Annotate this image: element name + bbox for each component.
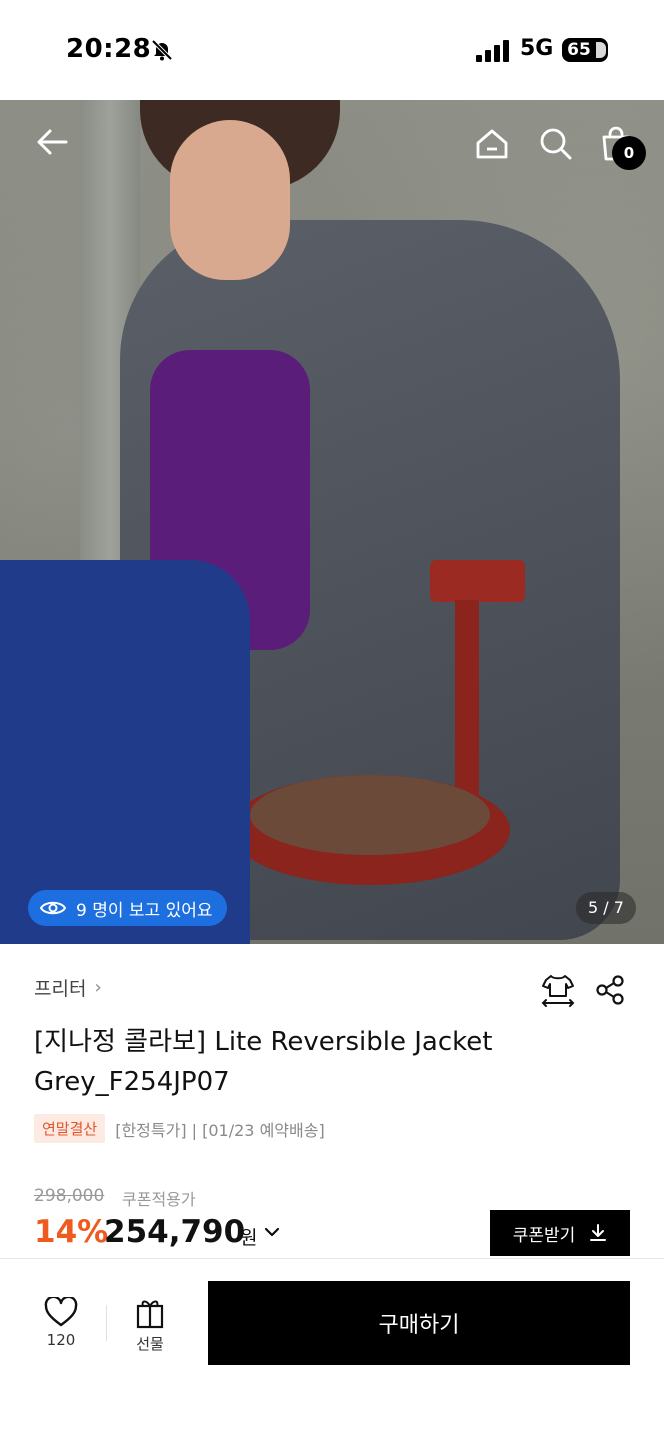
bell-muted-icon — [151, 39, 173, 61]
bottom-action-bar: 120 선물 구매하기 — [0, 1258, 664, 1440]
home-icon — [476, 129, 508, 159]
product-title: [지나정 콜라보] Lite Reversible Jacket Grey_F2… — [34, 1027, 493, 1097]
back-arrow-icon — [37, 129, 68, 155]
jeans-shape — [0, 560, 250, 944]
home-button[interactable] — [470, 122, 514, 166]
battery-tail — [596, 42, 606, 58]
search-button[interactable] — [534, 122, 578, 166]
back-button[interactable] — [30, 120, 74, 164]
eye-icon — [40, 901, 66, 915]
viewers-count-pill: 9 명이 보고 있어요 — [28, 890, 227, 926]
status-bar: 20:28 5G 65 — [0, 0, 664, 100]
share-icon[interactable] — [594, 974, 626, 1006]
face-shape — [170, 120, 290, 280]
battery-level: 65 — [567, 40, 591, 60]
network-type: 5G — [520, 36, 554, 61]
like-count: 120 — [46, 1331, 76, 1349]
chevron-down-icon[interactable] — [262, 1222, 282, 1242]
like-button[interactable]: 120 — [36, 1297, 86, 1349]
get-coupon-button[interactable]: 쿠폰받기 — [490, 1210, 630, 1256]
search-icon — [540, 128, 572, 160]
signal-icon — [476, 40, 509, 62]
product-tags: 연말결산 [한정특가] | [01/23 예약배송] — [34, 1114, 325, 1143]
sale-tag: 연말결산 — [34, 1114, 106, 1143]
heart-icon — [44, 1297, 78, 1327]
discount-rate: 14% — [34, 1214, 109, 1250]
gift-label: 선물 — [136, 1335, 164, 1353]
product-hero-image[interactable]: 0 9 명이 보고 있어요 5 / 7 — [0, 100, 664, 944]
coupon-button-label: 쿠폰받기 — [512, 1225, 576, 1246]
cart-count-badge: 0 — [612, 136, 646, 170]
status-time: 20:28 — [66, 34, 152, 64]
chevron-right-icon: › — [94, 977, 102, 998]
gift-icon — [136, 1300, 164, 1329]
promo-info: [한정특가] | [01/23 예약배송] — [115, 1120, 325, 1140]
divider — [106, 1305, 107, 1341]
download-icon — [590, 1224, 607, 1241]
viewers-text: 9 명이 보고 있어요 — [76, 900, 213, 921]
buy-button[interactable]: 구매하기 — [208, 1281, 630, 1365]
coupon-price-label: 쿠폰적용가 — [122, 1190, 196, 1209]
gift-button[interactable]: 선물 — [124, 1297, 176, 1354]
brand-name: 프리터 — [34, 978, 87, 1000]
battery-icon: 65 — [562, 38, 608, 62]
currency-label: 원 — [240, 1227, 258, 1249]
sale-price: 254,790 — [104, 1214, 246, 1250]
brand-link[interactable]: 프리터 › — [34, 974, 102, 1001]
tshirt-size-icon[interactable] — [540, 972, 576, 1008]
chair-shape — [250, 560, 525, 885]
original-price: 298,000 — [34, 1186, 105, 1206]
image-counter: 5 / 7 — [576, 892, 636, 924]
